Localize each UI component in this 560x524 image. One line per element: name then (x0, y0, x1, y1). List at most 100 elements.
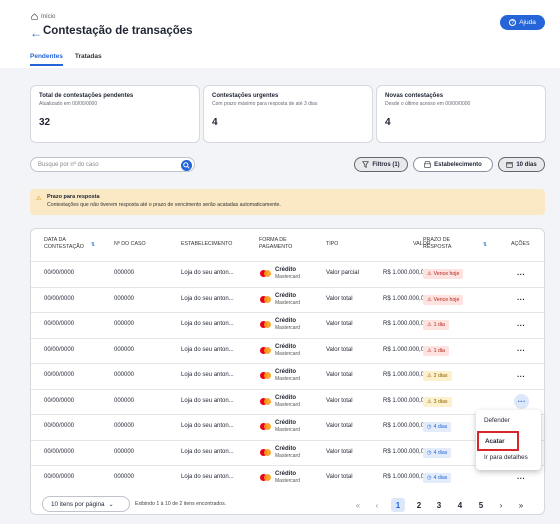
table-row[interactable]: 00/00/0000 000000 Loja do seu anton... Créd… (31, 363, 546, 388)
card-brand: Mastercard (275, 427, 301, 433)
page-5[interactable]: 5 (474, 498, 488, 512)
card-brand: Mastercard (275, 376, 301, 382)
tab-tratadas[interactable]: Tratadas (75, 53, 102, 66)
cell-date: 00/00/0000 (44, 295, 75, 302)
search-button[interactable] (181, 159, 192, 171)
cell-date: 00/00/0000 (44, 346, 75, 353)
header-deadline[interactable]: Prazo de resposta (423, 237, 451, 251)
cell-value: R$ 1.000.000,00 (383, 372, 428, 378)
deadline-badge: ⚠ Vence hoje (423, 269, 464, 279)
cell-value: R$ 1.000.000,00 (383, 397, 428, 404)
table-row[interactable]: 00/00/0000 000000 Loja do seu anton... Créd… (31, 465, 546, 490)
cell-case: 000000 (114, 474, 135, 480)
cell-date: 00/00/0000 (44, 270, 75, 276)
filter-icon (362, 161, 370, 168)
table-row[interactable]: 00/00/0000 000000 Loja do seu anton... Créd… (31, 261, 546, 286)
back-arrow-icon[interactable]: ← (30, 26, 42, 40)
mastercard-icon (260, 270, 271, 277)
card-title: Novas contestações (385, 93, 444, 99)
deadline-badge: ⚠ Vence hoje (423, 294, 464, 305)
clock-icon: ◷ (427, 475, 432, 481)
sort-icon[interactable]: ⇅ (91, 242, 95, 249)
filters-label: Filtros (1) (372, 161, 400, 168)
table-row[interactable]: 00/00/0000 000000 Loja do seu anton... Créd… (31, 337, 546, 363)
more-actions-button[interactable]: ··· (514, 393, 529, 409)
last-page-button[interactable]: » (514, 498, 528, 512)
help-button[interactable]: ? Ajuda (500, 15, 545, 30)
deadline-text: 4 dias (433, 475, 448, 481)
sort-icon[interactable]: ⇅ (483, 242, 487, 249)
table-row[interactable]: 00/00/0000 000000 Loja do seu anton... Créd… (31, 286, 546, 312)
more-actions-button[interactable]: ··· (514, 319, 528, 331)
menu-item-details[interactable]: Ir para detalhes (484, 454, 528, 461)
warning-icon: ⚠ (36, 196, 42, 202)
per-page-select[interactable]: 10 itens por página ⌄ (42, 496, 130, 512)
header-payment-line1: Forma de (259, 237, 287, 243)
cell-case: 000000 (114, 397, 135, 404)
table-row[interactable]: 00/00/0000 000000 Loja do seu anton... Créd… (31, 414, 546, 439)
cell-payment: Crédito Mastercard (260, 369, 300, 382)
card-value: 4 (212, 117, 218, 128)
cell-payment: Crédito Mastercard (260, 267, 300, 280)
table-row[interactable]: 00/00/0000 000000 Loja do seu anton... Créd… (31, 439, 546, 465)
deadline-badge: ◷ 4 dias (423, 422, 452, 432)
next-page-button[interactable]: › (494, 498, 508, 512)
mastercard-icon (260, 397, 271, 405)
filters-button[interactable]: Filtros (1) (354, 157, 408, 172)
breadcrumb-home[interactable]: Início (41, 14, 55, 20)
more-actions-button[interactable]: ··· (514, 294, 528, 306)
help-label: Ajuda (519, 19, 536, 26)
header-deadline-line2: resposta (423, 244, 452, 250)
more-actions-button[interactable]: ··· (514, 345, 528, 357)
establishment-button[interactable]: Estabelecimento (413, 157, 493, 172)
tab-pendentes[interactable]: Pendentes (30, 53, 63, 66)
header-estab: Estabelecimento (181, 241, 233, 247)
breadcrumb[interactable]: Início (31, 13, 55, 20)
card-title: Contestações urgentes (212, 93, 279, 99)
cell-establishment: Loja do seu anton... (181, 346, 234, 353)
page-4[interactable]: 4 (453, 498, 467, 512)
cell-type: Valor total (326, 321, 353, 327)
page-2[interactable]: 2 (412, 498, 426, 512)
page-1[interactable]: 1 (391, 498, 405, 512)
period-button[interactable]: 10 dias (498, 157, 545, 172)
card-brand: Mastercard (275, 452, 301, 459)
deadline-badge: ⚠ 3 dias (423, 396, 452, 407)
search-icon (183, 161, 190, 169)
table-row[interactable]: 00/00/0000 000000 Loja do seu anton... Créd… (31, 312, 546, 337)
cell-value: R$ 1.000.000,00 (383, 321, 428, 327)
clock-icon: ◷ (427, 449, 432, 456)
more-actions-button[interactable]: ··· (514, 268, 528, 280)
card-brand: Mastercard (275, 274, 301, 280)
cell-establishment: Loja do seu anton... (181, 448, 234, 455)
card-title: Total de contestações pendentes (39, 93, 134, 99)
table-row[interactable]: 00/00/0000 000000 Loja do seu anton... Créd… (31, 388, 546, 414)
more-actions-button[interactable]: ··· (514, 370, 528, 382)
cell-payment: Crédito Mastercard (260, 293, 300, 306)
cell-case: 000000 (114, 423, 135, 429)
menu-item-acatar[interactable]: Acatar (477, 431, 519, 451)
cell-value: R$ 1.000.000,00 (383, 346, 428, 353)
mastercard-icon (260, 474, 271, 481)
cell-date: 00/00/0000 (44, 448, 75, 455)
payment-method: Crédito (275, 343, 296, 350)
card-subtitle: Desde o último acesso em 00/00/0000 (385, 101, 471, 107)
header-payment-line2: pagamento (259, 244, 293, 250)
mastercard-icon (260, 295, 271, 303)
search-input[interactable]: Busque por nº do caso (30, 157, 195, 172)
tab-bar: Pendentes Tratadas (30, 53, 102, 66)
cell-establishment: Loja do seu anton... (181, 270, 234, 276)
header-type: Tipo (326, 241, 339, 247)
page-3[interactable]: 3 (432, 498, 446, 512)
cell-value: R$ 1.000.000,00 (383, 474, 428, 480)
header-date[interactable]: Data da contestação (44, 237, 84, 251)
deadline-badge: ⚠ 1 dia (423, 345, 449, 356)
cell-payment: Crédito Mastercard (260, 420, 300, 433)
summary-card-new: Novas contestações Desde o último acesso… (376, 85, 546, 143)
first-page-button[interactable]: « (351, 498, 365, 512)
more-actions-button[interactable]: ··· (514, 472, 528, 484)
menu-item-defender[interactable]: Defender (484, 417, 510, 424)
prev-page-button[interactable]: ‹ (370, 498, 384, 512)
mastercard-icon (260, 423, 271, 430)
cell-payment: Crédito Mastercard (260, 395, 300, 408)
